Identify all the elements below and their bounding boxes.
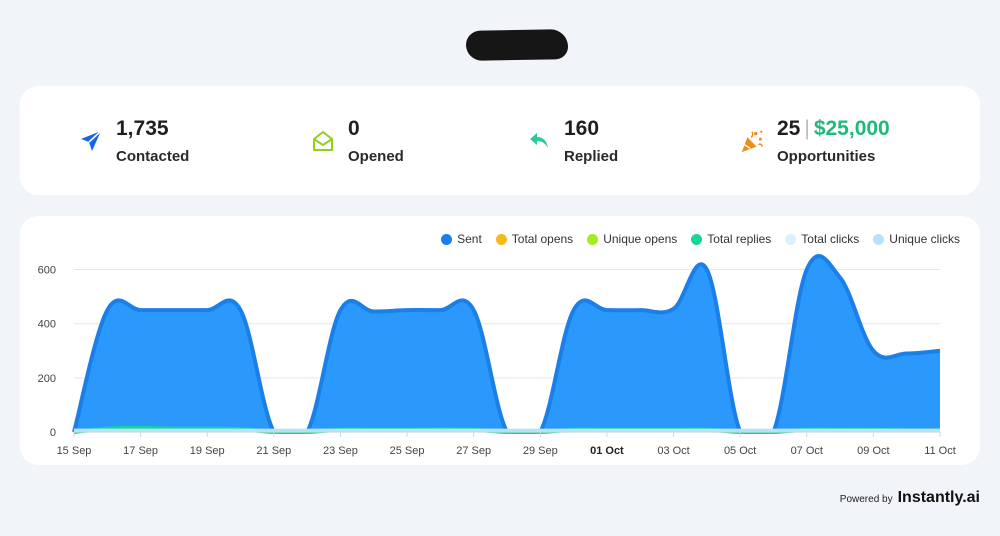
stat-value: 1,735 xyxy=(116,117,169,140)
powered-by: Powered by Instantly.ai xyxy=(840,489,980,507)
x-tick-label: 01 Oct xyxy=(590,445,624,457)
chart-plot: 0 200 400 600 15 Sep 17 Sep 19 Sep 21 Sep 23 Sep… xyxy=(38,254,956,457)
stat-opportunities: 25 | $25,000 Opportunities xyxy=(739,86,890,195)
x-tick-label: 11 Oct xyxy=(924,445,956,457)
x-tick-label: 19 Sep xyxy=(190,445,225,457)
value-separator: | xyxy=(804,117,810,140)
x-tick-label: 17 Sep xyxy=(123,445,158,457)
x-tick-label: 27 Sep xyxy=(456,445,491,457)
stat-replied: 160 Replied xyxy=(526,86,618,195)
paper-plane-icon xyxy=(78,128,104,154)
stat-contacted: 1,735 Contacted xyxy=(78,86,189,195)
y-tick-label: 400 xyxy=(38,319,56,331)
x-tick-label: 21 Sep xyxy=(256,445,291,457)
stat-label: Opportunities xyxy=(777,148,876,165)
stat-value: 25 | $25,000 xyxy=(777,117,890,140)
x-tick-label: 25 Sep xyxy=(390,445,425,457)
stat-value: 160 xyxy=(564,117,600,140)
redacted-title xyxy=(465,29,569,61)
x-tick-label: 05 Oct xyxy=(724,445,756,457)
x-tick-label: 23 Sep xyxy=(323,445,358,457)
party-popper-icon xyxy=(739,128,765,154)
brand-logo[interactable]: Instantly.ai xyxy=(898,489,980,507)
open-envelope-icon xyxy=(310,128,336,154)
stat-value: 0 xyxy=(348,117,360,140)
stat-label: Opened xyxy=(348,148,404,165)
stat-label: Replied xyxy=(564,148,619,165)
x-tick-label: 03 Oct xyxy=(657,445,689,457)
powered-by-text: Powered by xyxy=(839,494,893,505)
x-tick-label: 15 Sep xyxy=(57,445,92,457)
stat-label: Contacted xyxy=(116,148,190,165)
chart-card: Sent Total opens Unique opens Total repl… xyxy=(20,216,980,465)
y-tick-label: 0 xyxy=(50,427,56,439)
x-tick-label: 07 Oct xyxy=(791,445,823,457)
x-tick-label: 09 Oct xyxy=(857,445,889,457)
reply-arrow-icon xyxy=(526,128,552,154)
stats-card: 1,735 Contacted 0 Opened 160 Replied 25 |… xyxy=(20,86,980,195)
opportunity-amount: $25,000 xyxy=(813,117,890,140)
x-tick-label: 29 Sep xyxy=(523,445,558,457)
series-area-sent xyxy=(74,256,940,432)
y-tick-label: 600 xyxy=(38,265,56,277)
stat-opened: 0 Opened xyxy=(310,86,404,195)
y-tick-label: 200 xyxy=(38,373,56,385)
